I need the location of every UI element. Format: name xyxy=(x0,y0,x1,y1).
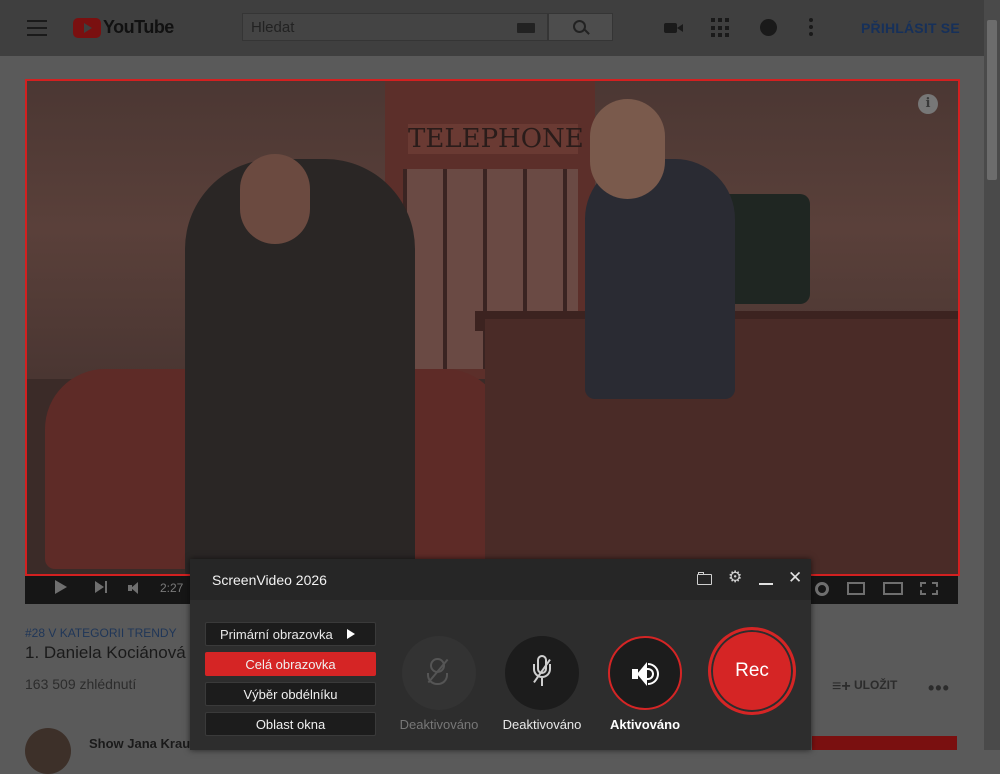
more-actions-icon[interactable]: ••• xyxy=(928,678,950,699)
playlist-add-icon: ≡+ xyxy=(832,678,851,695)
gear-icon[interactable]: ⚙ xyxy=(728,570,744,586)
channel-avatar[interactable] xyxy=(25,728,71,774)
page-scrollbar[interactable] xyxy=(984,0,1000,750)
webcam-off-icon xyxy=(427,658,449,686)
youtube-header: YouTube Hledat PŘIHLÁSIT SE xyxy=(0,0,984,56)
fullscreen-icon[interactable] xyxy=(920,582,938,595)
scrollbar-thumb[interactable] xyxy=(987,20,997,180)
youtube-logo[interactable]: YouTube xyxy=(73,17,174,38)
view-count: 163 509 zhlédnutí xyxy=(25,676,137,692)
keyboard-icon[interactable] xyxy=(517,23,535,33)
microphone-off-icon xyxy=(533,655,551,689)
save-button[interactable]: ≡+ ULOŽIT xyxy=(832,678,897,696)
theater-mode-icon[interactable] xyxy=(883,582,903,595)
search-icon xyxy=(573,20,586,33)
trending-label[interactable]: #28 V KATEGORII TRENDY xyxy=(25,626,177,640)
microphone-toggle[interactable] xyxy=(505,636,579,710)
recorder-title: ScreenVideo 2026 xyxy=(212,572,327,588)
info-icon[interactable]: i xyxy=(918,94,938,114)
youtube-logo-text: YouTube xyxy=(103,17,174,37)
recording-area-frame xyxy=(25,79,960,576)
messages-icon[interactable] xyxy=(759,18,779,38)
minimize-icon[interactable] xyxy=(759,572,775,586)
recorder-panel: ScreenVideo 2026 ⚙ ✕ Primární obrazovka … xyxy=(190,559,811,750)
time-display: 2:27 xyxy=(160,581,184,595)
speaker-toggle[interactable] xyxy=(608,636,682,710)
webcam-toggle[interactable] xyxy=(402,636,476,710)
volume-icon[interactable] xyxy=(128,582,142,596)
menu-icon[interactable] xyxy=(27,20,47,36)
video-title: 1. Daniela Kociánová xyxy=(25,643,186,662)
rectangle-selection-button[interactable]: Výběr obdélníku xyxy=(205,682,376,706)
folder-icon[interactable] xyxy=(697,572,713,586)
full-screen-button[interactable]: Celá obrazovka xyxy=(205,652,376,676)
youtube-play-icon xyxy=(73,17,101,38)
sign-in-button[interactable]: PŘIHLÁSIT SE xyxy=(861,20,960,36)
search-button[interactable] xyxy=(548,13,613,41)
channel-name[interactable]: Show Jana Kraus xyxy=(89,736,197,751)
settings-icon[interactable] xyxy=(815,582,829,596)
speaker-icon xyxy=(632,661,662,687)
next-icon[interactable] xyxy=(95,581,109,595)
miniplayer-icon[interactable] xyxy=(847,582,865,595)
video-camera-icon[interactable] xyxy=(663,18,683,38)
save-label: ULOŽIT xyxy=(854,678,898,692)
recorder-titlebar[interactable]: ScreenVideo 2026 ⚙ ✕ xyxy=(190,559,811,600)
close-icon[interactable]: ✕ xyxy=(788,569,804,586)
apps-icon[interactable] xyxy=(711,18,731,38)
window-area-button[interactable]: Oblast okna xyxy=(205,712,376,736)
play-arrow-icon xyxy=(347,629,355,639)
primary-screen-label: Primární obrazovka xyxy=(220,627,333,642)
primary-screen-button[interactable]: Primární obrazovka xyxy=(205,622,376,646)
microphone-status-label: Deaktivováno xyxy=(502,717,582,732)
play-icon[interactable] xyxy=(55,580,67,594)
subscribe-button[interactable] xyxy=(812,736,957,750)
search-input[interactable]: Hledat xyxy=(242,13,548,41)
record-button[interactable]: Rec xyxy=(708,627,796,715)
speaker-status-label: Aktivováno xyxy=(609,717,681,732)
more-icon[interactable] xyxy=(808,18,814,38)
webcam-status-label: Deaktivováno xyxy=(399,717,479,732)
record-label: Rec xyxy=(735,660,769,681)
